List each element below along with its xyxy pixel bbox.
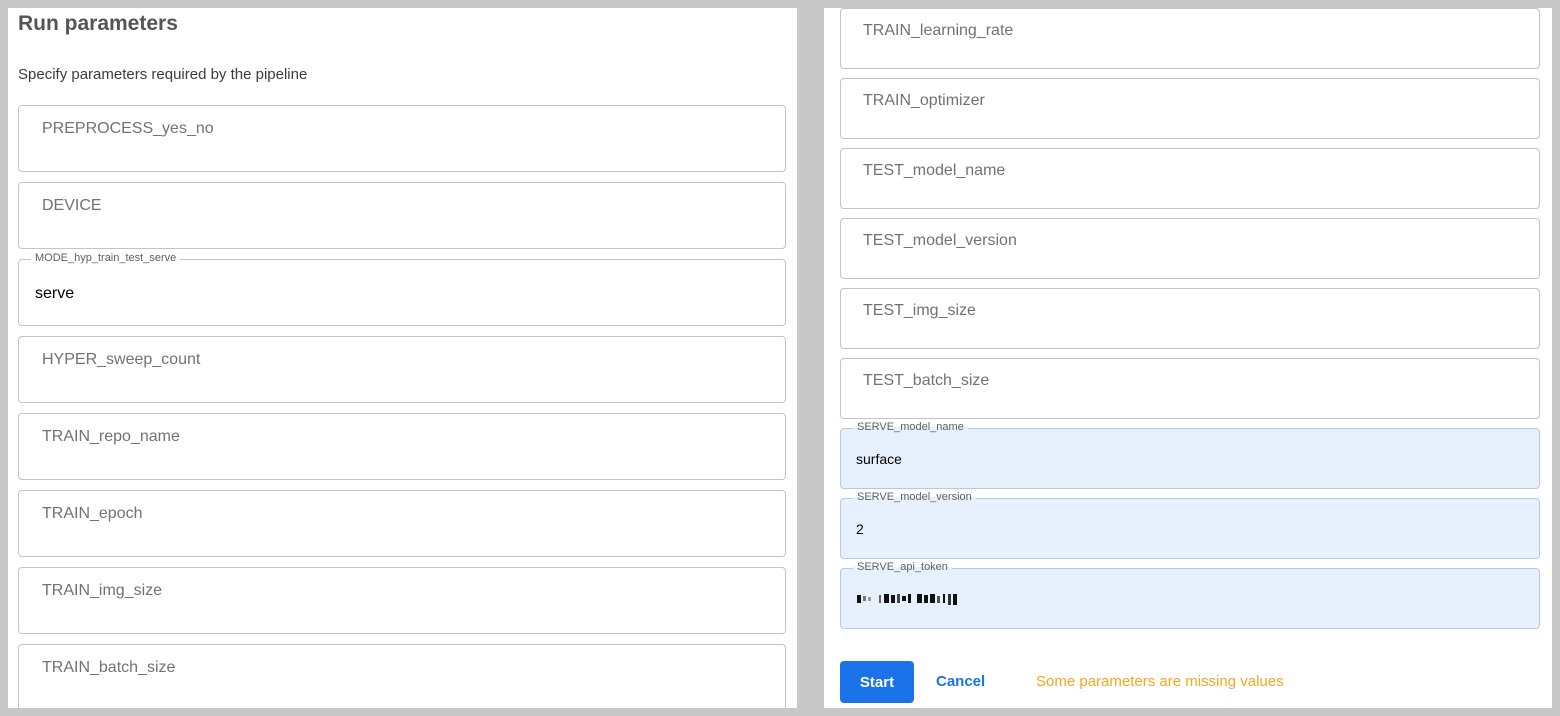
param-field-train-learning-rate[interactable]: TRAIN_learning_rate bbox=[840, 8, 1540, 69]
field-label: MODE_hyp_train_test_serve bbox=[31, 252, 181, 264]
missing-values-warning: Some parameters are missing values bbox=[1036, 673, 1284, 690]
param-field-device[interactable]: DEVICE bbox=[18, 182, 786, 249]
field-placeholder: TRAIN_learning_rate bbox=[863, 22, 1014, 39]
field-value: serve bbox=[35, 285, 75, 302]
run-parameters-panel-right: TRAIN_learning_rate TRAIN_optimizer TEST… bbox=[824, 8, 1552, 708]
param-field-test-batch-size[interactable]: TEST_batch_size bbox=[840, 358, 1540, 419]
field-placeholder: TEST_model_version bbox=[863, 232, 1017, 249]
field-placeholder: TRAIN_epoch bbox=[42, 505, 143, 522]
param-field-test-model-name[interactable]: TEST_model_name bbox=[840, 148, 1540, 209]
field-label: SERVE_model_name bbox=[853, 421, 968, 433]
redacted-token-value bbox=[857, 594, 957, 605]
field-placeholder: TEST_model_name bbox=[863, 162, 1006, 179]
dialog-title: Run parameters bbox=[18, 12, 178, 35]
start-button[interactable]: Start bbox=[840, 661, 914, 703]
param-field-train-repo-name[interactable]: TRAIN_repo_name bbox=[18, 413, 786, 480]
field-placeholder: HYPER_sweep_count bbox=[42, 351, 201, 368]
field-placeholder: TRAIN_img_size bbox=[42, 582, 163, 599]
param-field-train-optimizer[interactable]: TRAIN_optimizer bbox=[840, 78, 1540, 139]
param-field-serve-model-version[interactable]: SERVE_model_version 2 bbox=[840, 491, 1540, 559]
param-field-serve-api-token[interactable]: SERVE_api_token bbox=[840, 561, 1540, 629]
field-value: surface bbox=[856, 451, 902, 467]
field-label: SERVE_api_token bbox=[853, 561, 952, 573]
param-field-serve-model-name[interactable]: SERVE_model_name surface bbox=[840, 421, 1540, 489]
run-parameters-panel-left: Run parameters Specify parameters requir… bbox=[8, 8, 797, 708]
param-field-train-batch-size[interactable]: TRAIN_batch_size bbox=[18, 644, 786, 708]
param-field-train-img-size[interactable]: TRAIN_img_size bbox=[18, 567, 786, 634]
param-field-hyper-sweep-count[interactable]: HYPER_sweep_count bbox=[18, 336, 786, 403]
field-placeholder: TEST_batch_size bbox=[863, 372, 990, 389]
field-placeholder: DEVICE bbox=[42, 197, 102, 214]
field-placeholder: TRAIN_batch_size bbox=[42, 659, 176, 676]
param-field-preprocess-yes-no[interactable]: PREPROCESS_yes_no bbox=[18, 105, 786, 172]
field-label: SERVE_model_version bbox=[853, 491, 976, 503]
field-placeholder: TRAIN_repo_name bbox=[42, 428, 180, 445]
param-field-test-model-version[interactable]: TEST_model_version bbox=[840, 218, 1540, 279]
dialog-subtitle: Specify parameters required by the pipel… bbox=[18, 66, 308, 83]
param-field-test-img-size[interactable]: TEST_img_size bbox=[840, 288, 1540, 349]
field-placeholder: TRAIN_optimizer bbox=[863, 92, 985, 109]
field-placeholder: PREPROCESS_yes_no bbox=[42, 120, 214, 137]
param-field-train-epoch[interactable]: TRAIN_epoch bbox=[18, 490, 786, 557]
cancel-button[interactable]: Cancel bbox=[928, 661, 993, 703]
field-value: 2 bbox=[856, 521, 864, 537]
field-placeholder: TEST_img_size bbox=[863, 302, 976, 319]
param-field-mode-hyp-train-test-serve[interactable]: MODE_hyp_train_test_serve serve bbox=[18, 252, 786, 326]
